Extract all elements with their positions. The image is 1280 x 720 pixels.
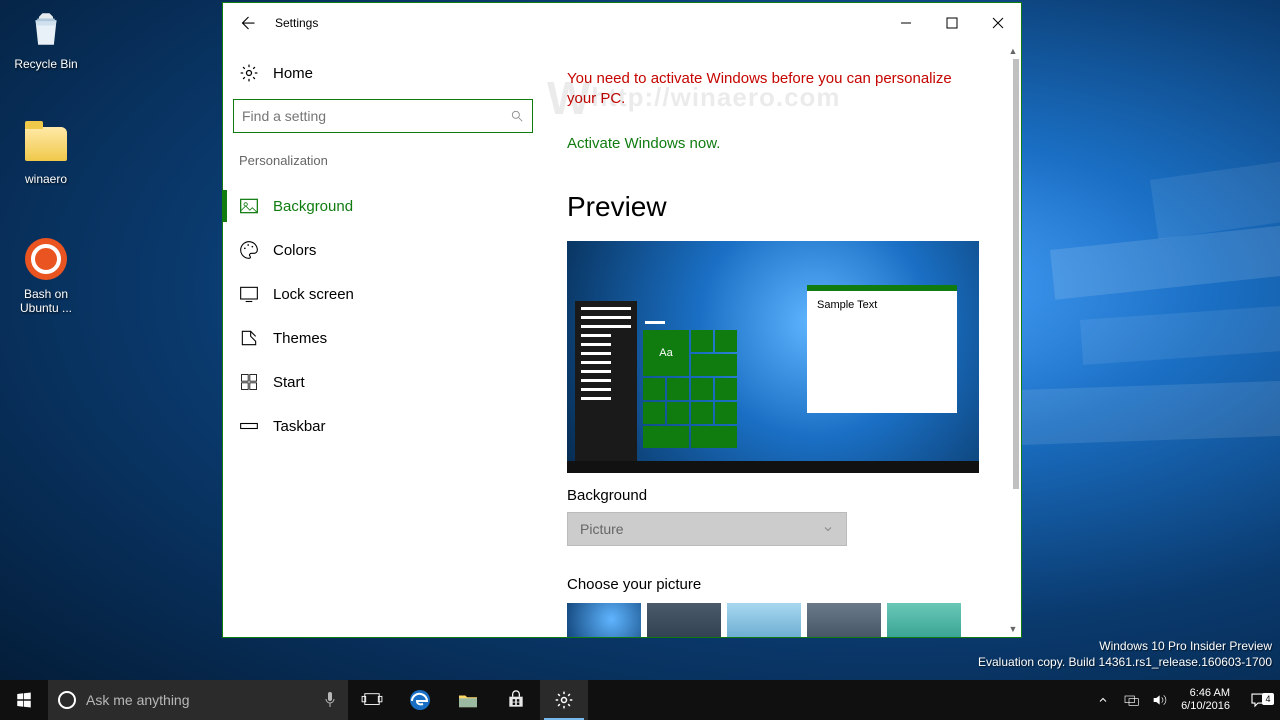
- nav-label: Taskbar: [273, 418, 326, 435]
- nav-label: Lock screen: [273, 286, 354, 303]
- back-button[interactable]: [223, 3, 271, 43]
- scroll-up-icon[interactable]: ▲: [1005, 43, 1021, 59]
- taskbar-explorer[interactable]: [444, 680, 492, 720]
- nav-label: Themes: [273, 330, 327, 347]
- nav-colors[interactable]: Colors: [233, 228, 533, 272]
- preview-start-menu: [575, 301, 637, 461]
- search-input[interactable]: [242, 108, 510, 124]
- preview-sample-window: Sample Text: [807, 285, 957, 413]
- desktop-icon-winaero[interactable]: winaero: [8, 120, 84, 186]
- preview-tile: Aa: [643, 330, 689, 376]
- desktop-icon-recycle-bin[interactable]: Recycle Bin: [8, 5, 84, 71]
- cortana-placeholder: Ask me anything: [86, 692, 312, 708]
- tray-clock[interactable]: 6:46 AM 6/10/2016: [1175, 687, 1236, 713]
- preview-heading: Preview: [567, 191, 985, 223]
- wallpaper-ray: [1150, 144, 1280, 240]
- background-dropdown: Picture: [567, 512, 847, 546]
- nav-label: Colors: [273, 242, 316, 259]
- taskbar-icon: [239, 416, 259, 436]
- settings-sidebar: Home Personalization Background Colors L…: [223, 43, 543, 637]
- tray-network-icon[interactable]: [1119, 680, 1143, 720]
- nav-label: Background: [273, 198, 353, 215]
- task-view-button[interactable]: [348, 680, 396, 720]
- desktop-icon-label: Recycle Bin: [8, 57, 84, 71]
- tray-chevron-up-icon[interactable]: [1091, 680, 1115, 720]
- nav-home[interactable]: Home: [233, 55, 533, 99]
- themes-icon: [239, 328, 259, 348]
- picture-thumb[interactable]: [567, 603, 641, 637]
- search-icon: [510, 109, 524, 123]
- cortana-search[interactable]: Ask me anything: [48, 680, 348, 720]
- chevron-down-icon: [822, 523, 834, 535]
- nav-home-label: Home: [273, 65, 313, 82]
- close-button[interactable]: [975, 3, 1021, 43]
- taskbar-settings[interactable]: [540, 680, 588, 720]
- desktop-icon-label: winaero: [8, 172, 84, 186]
- folder-icon: [22, 120, 70, 168]
- background-label: Background: [567, 487, 985, 504]
- taskbar-edge[interactable]: [396, 680, 444, 720]
- settings-window: Settings Home Personalization Background: [222, 2, 1022, 638]
- recycle-bin-icon: [22, 5, 70, 53]
- gear-icon: [239, 63, 259, 83]
- nav-taskbar[interactable]: Taskbar: [233, 404, 533, 448]
- dropdown-value: Picture: [580, 521, 624, 537]
- scrollbar-thumb[interactable]: [1013, 59, 1019, 489]
- notification-badge: 4: [1262, 693, 1274, 705]
- picture-thumb[interactable]: [807, 603, 881, 637]
- picture-thumbnails: [567, 603, 985, 637]
- minimize-button[interactable]: [883, 3, 929, 43]
- picture-thumb[interactable]: [727, 603, 801, 637]
- wallpaper-ray: [1080, 300, 1280, 364]
- start-button[interactable]: [0, 680, 48, 720]
- action-center-button[interactable]: 4: [1240, 691, 1276, 709]
- wallpaper-preview: Aa Sample Text: [567, 241, 979, 473]
- desktop-icon-label: Bash on Ubuntu ...: [8, 287, 84, 315]
- taskbar: Ask me anything 6:46 AM 6/10/2016 4: [0, 680, 1280, 720]
- taskbar-store[interactable]: [492, 680, 540, 720]
- choose-picture-label: Choose your picture: [567, 576, 985, 593]
- picture-thumb[interactable]: [647, 603, 721, 637]
- desktop-icon-bash-ubuntu[interactable]: Bash on Ubuntu ...: [8, 235, 84, 315]
- nav-lock-screen[interactable]: Lock screen: [233, 272, 533, 316]
- titlebar[interactable]: Settings: [223, 3, 1021, 43]
- settings-content: Whttp://winaero.com You need to activate…: [543, 43, 1021, 637]
- lock-screen-icon: [239, 284, 259, 304]
- activate-windows-link[interactable]: Activate Windows now.: [567, 135, 720, 152]
- maximize-button[interactable]: [929, 3, 975, 43]
- picture-thumb[interactable]: [887, 603, 961, 637]
- tray-volume-icon[interactable]: [1147, 680, 1171, 720]
- picture-icon: [239, 196, 259, 216]
- activation-warning: You need to activate Windows before you …: [567, 69, 985, 109]
- palette-icon: [239, 240, 259, 260]
- vertical-scrollbar[interactable]: ▲ ▼: [1005, 43, 1021, 637]
- start-icon: [239, 372, 259, 392]
- system-tray: 6:46 AM 6/10/2016 4: [1091, 680, 1280, 720]
- evaluation-watermark: Windows 10 Pro Insider Preview Evaluatio…: [978, 638, 1272, 670]
- preview-tiles: Aa: [643, 321, 745, 461]
- nav-themes[interactable]: Themes: [233, 316, 533, 360]
- window-title: Settings: [275, 16, 318, 30]
- nav-start[interactable]: Start: [233, 360, 533, 404]
- section-label: Personalization: [233, 153, 533, 184]
- microphone-icon[interactable]: [322, 691, 338, 709]
- wallpaper-ray: [1020, 379, 1280, 445]
- ubuntu-icon: [22, 235, 70, 283]
- cortana-icon: [58, 691, 76, 709]
- nav-background[interactable]: Background: [233, 184, 533, 228]
- sample-text: Sample Text: [817, 299, 877, 311]
- scroll-down-icon[interactable]: ▼: [1005, 621, 1021, 637]
- preview-taskbar: [567, 461, 979, 473]
- search-box[interactable]: [233, 99, 533, 133]
- nav-label: Start: [273, 374, 305, 391]
